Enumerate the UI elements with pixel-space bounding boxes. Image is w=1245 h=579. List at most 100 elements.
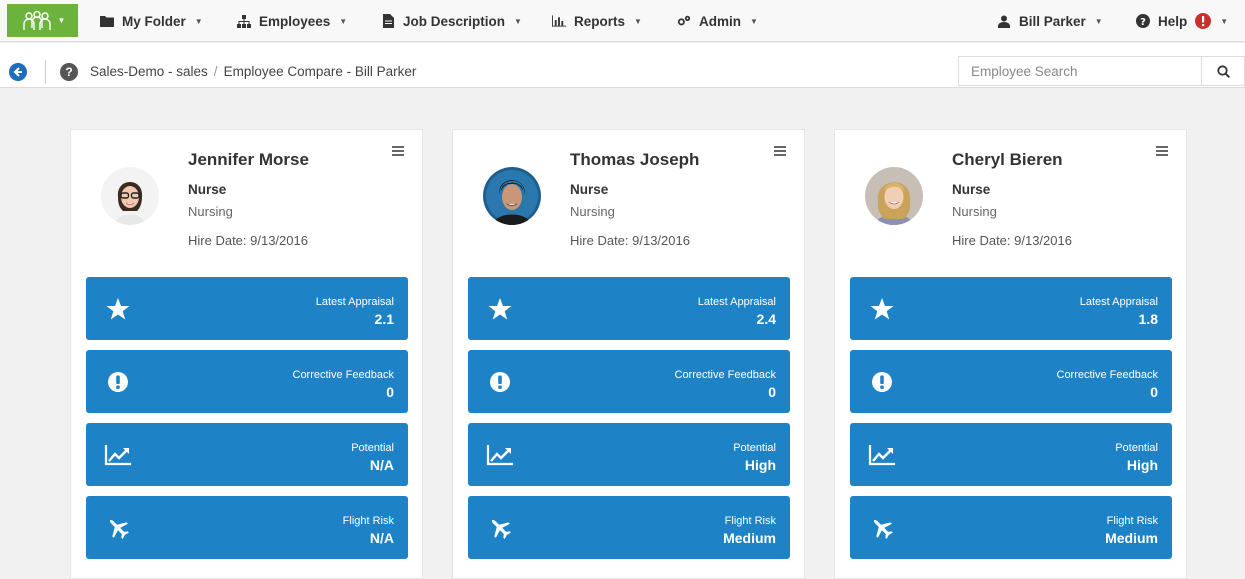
stat-tile-potential[interactable]: Potential High [850, 423, 1172, 486]
employee-card: Jennifer Morse Nurse Nursing Hire Date: … [70, 129, 423, 579]
nav-admin-label: Admin [699, 13, 741, 29]
employee-name[interactable]: Thomas Joseph [570, 150, 699, 170]
stat-tile-latest-appraisal[interactable]: Latest Appraisal 2.4 [468, 277, 790, 340]
nav-reports[interactable]: Reports ▼ [552, 0, 642, 42]
nav-reports-label: Reports [574, 13, 626, 29]
breadcrumb-item-sales-demo[interactable]: Sales-Demo - sales [90, 64, 208, 79]
stat-label: Potential [1115, 442, 1158, 454]
stat-tile-corrective-feedback[interactable]: Corrective Feedback 0 [468, 350, 790, 413]
stat-label: Potential [351, 442, 394, 454]
stat-value: 2.1 [374, 311, 394, 327]
plane-icon [868, 514, 896, 542]
nav-help[interactable]: ? Help ▼ [1136, 0, 1228, 42]
stat-tile-latest-appraisal[interactable]: Latest Appraisal 1.8 [850, 277, 1172, 340]
breadcrumb: Sales-Demo - sales / Employee Compare - Bi… [90, 64, 416, 79]
stat-tile-latest-appraisal[interactable]: Latest Appraisal 2.1 [86, 277, 408, 340]
stat-label: Flight Risk [1106, 515, 1158, 527]
search-icon [1216, 64, 1230, 78]
stat-tile-corrective-feedback[interactable]: Corrective Feedback 0 [86, 350, 408, 413]
caret-down-icon: ▼ [339, 16, 348, 26]
stat-label: Latest Appraisal [1079, 296, 1158, 308]
stat-value: High [1126, 457, 1158, 473]
stat-value: Medium [723, 530, 776, 546]
stat-label: Corrective Feedback [1056, 369, 1159, 381]
employee-search-input[interactable] [958, 56, 1201, 86]
breadcrumb-bar: ? Sales-Demo - sales / Employee Compare - … [0, 43, 1245, 88]
bar-chart-icon [552, 14, 566, 28]
stat-value: High [744, 457, 776, 473]
document-icon [381, 14, 395, 28]
employee-name[interactable]: Jennifer Morse [188, 150, 309, 170]
nav-job-description[interactable]: Job Description ▼ [381, 0, 522, 42]
breadcrumb-separator: / [213, 64, 218, 79]
plane-icon [486, 514, 514, 542]
top-navbar: ▼ My Folder ▼ Employees ▼ Job Descriptio… [0, 0, 1245, 42]
stat-tile-corrective-feedback[interactable]: Corrective Feedback 0 [850, 350, 1172, 413]
employee-department: Nursing [952, 204, 997, 219]
employee-hire-date: Hire Date: 9/13/2016 [570, 233, 690, 248]
stat-label: Corrective Feedback [674, 369, 777, 381]
employee-name[interactable]: Cheryl Bieren [952, 150, 1063, 170]
employee-department: Nursing [188, 204, 233, 219]
employee-card: Thomas Joseph Nurse Nursing Hire Date: 9… [452, 129, 805, 579]
stat-value: 0 [1150, 384, 1158, 400]
nav-employees[interactable]: Employees ▼ [237, 0, 347, 42]
stat-value: 0 [768, 384, 776, 400]
stat-tile-flight-risk[interactable]: Flight Risk Medium [468, 496, 790, 559]
nav-help-label: Help [1158, 13, 1188, 29]
stat-value: N/A [369, 530, 394, 546]
hamburger-menu-icon[interactable] [392, 146, 404, 156]
svg-text:?: ? [1140, 17, 1146, 28]
avatar [865, 167, 923, 225]
plane-icon [104, 514, 132, 542]
nav-user-menu[interactable]: Bill Parker ▼ [997, 0, 1103, 42]
back-arrow-icon[interactable] [9, 63, 27, 81]
stat-label: Potential [733, 442, 776, 454]
star-icon [486, 295, 514, 323]
exclamation-circle-icon [486, 368, 514, 396]
star-icon [868, 295, 896, 323]
folder-icon [100, 14, 114, 28]
search-button[interactable] [1201, 56, 1245, 86]
employee-title: Nurse [952, 182, 991, 197]
employee-department: Nursing [570, 204, 615, 219]
alert-badge-icon [1195, 13, 1212, 29]
avatar [483, 167, 541, 225]
people-group-icon [22, 10, 51, 30]
stat-value: 2.4 [756, 311, 776, 327]
stat-value: 0 [386, 384, 394, 400]
avatar [101, 167, 159, 225]
nav-job-description-label: Job Description [403, 13, 506, 29]
stat-label: Flight Risk [724, 515, 776, 527]
stat-value: 1.8 [1138, 311, 1158, 327]
caret-down-icon: ▼ [57, 16, 66, 25]
employee-hire-date: Hire Date: 9/13/2016 [188, 233, 308, 248]
page-help-icon[interactable]: ? [60, 63, 78, 81]
caret-down-icon: ▼ [514, 16, 522, 26]
employee-title: Nurse [188, 182, 227, 197]
employee-title: Nurse [570, 182, 609, 197]
stat-tile-flight-risk[interactable]: Flight Risk N/A [86, 496, 408, 559]
employee-hire-date: Hire Date: 9/13/2016 [952, 233, 1072, 248]
nav-my-folder[interactable]: My Folder ▼ [100, 0, 203, 42]
org-chart-icon [237, 14, 251, 28]
hamburger-menu-icon[interactable] [774, 146, 786, 156]
stat-tile-flight-risk[interactable]: Flight Risk Medium [850, 496, 1172, 559]
stat-tile-potential[interactable]: Potential N/A [86, 423, 408, 486]
nav-admin[interactable]: Admin ▼ [677, 0, 758, 42]
gears-icon [677, 14, 691, 28]
caret-down-icon: ▼ [1094, 16, 1103, 26]
hamburger-menu-icon[interactable] [1156, 146, 1168, 156]
exclamation-circle-icon [868, 368, 896, 396]
stat-label: Latest Appraisal [697, 296, 776, 308]
trend-chart-icon [486, 441, 514, 469]
trend-chart-icon [104, 441, 132, 469]
caret-down-icon: ▼ [1220, 16, 1229, 26]
trend-chart-icon [868, 441, 896, 469]
user-icon [997, 14, 1011, 28]
app-logo-button[interactable]: ▼ [7, 4, 78, 37]
nav-my-folder-label: My Folder [122, 13, 186, 29]
stat-tile-potential[interactable]: Potential High [468, 423, 790, 486]
caret-down-icon: ▼ [750, 16, 758, 26]
exclamation-circle-icon [104, 368, 132, 396]
